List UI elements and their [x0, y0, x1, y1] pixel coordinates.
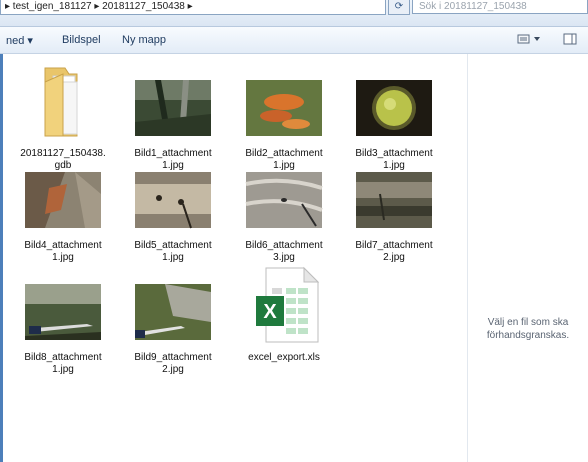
image-thumbnail-bild6	[236, 154, 332, 228]
organize-menu-button[interactable]: ned ▾	[6, 34, 33, 47]
svg-text:X: X	[263, 301, 277, 323]
address-bar-area: ▸ test_igen_181127 ▸ 20181127_150438 ▸ ⟳…	[0, 0, 588, 27]
file-name: Bild7_attachment 2.jpg	[355, 240, 433, 263]
image-thumbnail-bild3	[346, 62, 442, 136]
folder-icon	[15, 62, 111, 137]
file-name: excel_export.xls	[248, 352, 320, 363]
file-name: Bild5_attachment 1.jpg	[134, 240, 212, 263]
image-thumbnail-bild4	[15, 154, 111, 228]
image-thumbnail-bild1	[125, 62, 221, 136]
preview-pane-icon[interactable]	[563, 33, 577, 48]
file-name: Bild4_attachment 1.jpg	[24, 240, 102, 263]
preview-pane: Välj en fil som ska förhandsgranskas.	[468, 54, 588, 462]
image-thumbnail-bild8	[15, 266, 111, 340]
command-toolbar: ned ▾ Bildspel Ny mapp	[0, 27, 588, 54]
refresh-icon: ⟳	[394, 1, 404, 12]
file-name: Bild6_attachment 3.jpg	[245, 240, 323, 263]
file-name: Bild8_attachment 1.jpg	[24, 352, 102, 375]
search-input[interactable]: Sök i 20181127_150438	[412, 0, 588, 14]
slideshow-button[interactable]: Bildspel	[62, 34, 101, 46]
file-list: 20181127_150438. gdb Bild1_attachment 1.…	[3, 54, 467, 462]
excel-icon: X	[236, 266, 332, 343]
address-bar[interactable]: ▸ test_igen_181127 ▸ 20181127_150438 ▸	[0, 0, 386, 15]
refresh-button[interactable]: ⟳	[388, 0, 410, 15]
view-icon[interactable]	[517, 33, 543, 48]
new-folder-button[interactable]: Ny mapp	[122, 34, 166, 46]
image-thumbnail-bild7	[346, 154, 442, 228]
address-path: ▸ test_igen_181127 ▸ 20181127_150438 ▸	[5, 1, 193, 12]
file-name: Bild9_attachment 2.jpg	[134, 352, 212, 375]
image-thumbnail-bild5	[125, 154, 221, 229]
preview-message: Välj en fil som ska förhandsgranskas.	[486, 317, 570, 341]
search-placeholder: Sök i 20181127_150438	[419, 1, 527, 12]
image-thumbnail-bild9	[125, 266, 221, 340]
image-thumbnail-bild2	[236, 62, 332, 136]
